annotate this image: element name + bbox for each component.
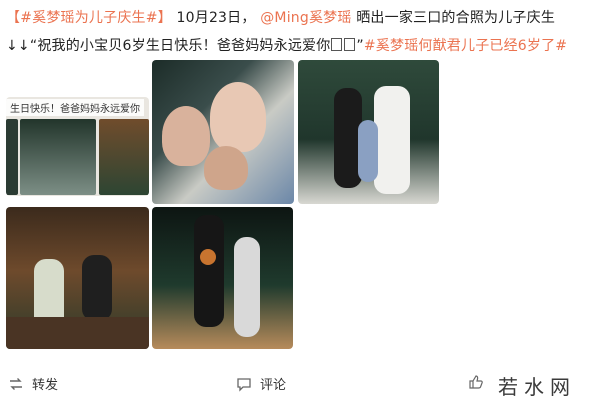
- person-shape: [82, 255, 112, 321]
- topic-tag-birthday[interactable]: 【#奚梦瑶为儿子庆生#】: [6, 10, 172, 26]
- face-shape: [210, 82, 266, 152]
- photo-courtside-family[interactable]: [298, 60, 439, 204]
- repost-button[interactable]: 转发: [8, 374, 58, 393]
- comment-icon: [236, 376, 252, 392]
- comment-button[interactable]: 评论: [236, 374, 286, 393]
- photo-selfie[interactable]: [152, 60, 294, 204]
- post-body-text: 晒出一家三口的合照为儿子庆生: [356, 10, 556, 26]
- post-quote-end: ”: [356, 38, 364, 54]
- person-shape: [358, 120, 378, 182]
- collage-thumb: [6, 119, 18, 195]
- photo-restaurant[interactable]: [6, 207, 149, 349]
- post-line-1: 【#奚梦瑶为儿子庆生#】 10月23日， @Ming奚梦瑶 晒出一家三口的合照为…: [6, 4, 596, 32]
- collage-thumb: [20, 119, 96, 195]
- like-button[interactable]: [468, 374, 484, 390]
- repost-icon: [8, 376, 24, 392]
- post-text: 【#奚梦瑶为儿子庆生#】 10月23日， @Ming奚梦瑶 晒出一家三口的合照为…: [6, 4, 596, 60]
- person-shape: [374, 86, 410, 194]
- basketball-shape: [200, 249, 216, 265]
- collage-thumb: [99, 119, 149, 195]
- topic-tag-son-age[interactable]: #奚梦瑶何猷君儿子已经6岁了#: [364, 38, 567, 54]
- photo-basketball-court[interactable]: [152, 207, 293, 349]
- thumbs-up-icon: [468, 374, 484, 390]
- post-date: 10月23日，: [176, 10, 256, 26]
- emoji-icon: [344, 38, 356, 51]
- face-shape: [162, 106, 210, 166]
- emoji-icon: [331, 38, 343, 51]
- table-shape: [6, 317, 149, 349]
- repost-label: 转发: [32, 378, 59, 393]
- user-mention[interactable]: @Ming奚梦瑶: [260, 10, 351, 26]
- person-shape: [194, 215, 224, 327]
- post-quote: ↓↓“祝我的小宝贝6岁生日快乐！爸爸妈妈永远爱你: [6, 38, 331, 54]
- comment-label: 评论: [260, 378, 287, 393]
- site-watermark: 若水网: [498, 375, 576, 399]
- post-line-2: ↓↓“祝我的小宝贝6岁生日快乐！爸爸妈妈永远爱你 ”#奚梦瑶何猷君儿子已经6岁了#: [6, 32, 596, 60]
- collage-caption: 生日快乐！爸爸妈妈永远爱你: [6, 99, 144, 116]
- face-shape: [204, 146, 248, 190]
- person-shape: [234, 237, 260, 337]
- photo-collage-strip[interactable]: 生日快乐！爸爸妈妈永远爱你: [6, 97, 149, 196]
